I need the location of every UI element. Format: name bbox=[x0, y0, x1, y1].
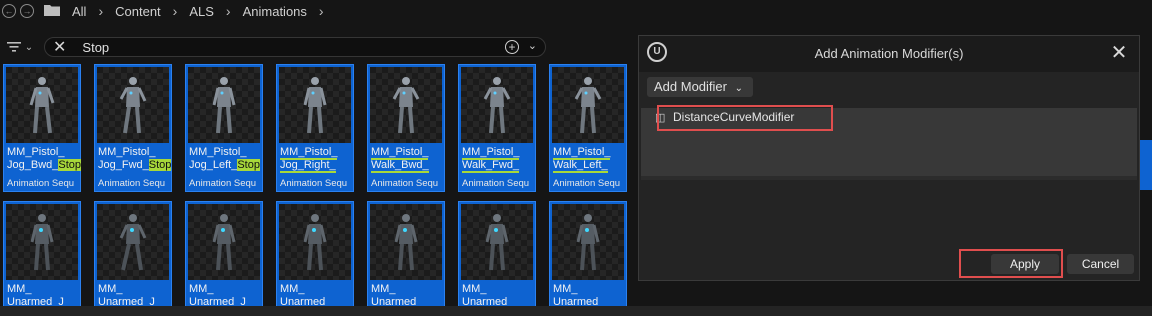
asset-thumbnail bbox=[461, 67, 533, 143]
chevron-right-icon[interactable]: › bbox=[98, 3, 103, 19]
asset-thumbnail bbox=[97, 67, 169, 143]
asset-thumbnail bbox=[370, 204, 442, 280]
asset-grid: MM_Pistol_ Jog_Bwd_Stop Animation Sequ M… bbox=[0, 63, 640, 308]
cancel-button[interactable]: Cancel bbox=[1067, 254, 1134, 274]
character-figure-icon bbox=[212, 214, 236, 271]
chevron-down-icon[interactable]: ⌄ bbox=[528, 39, 537, 52]
asset-type: Animation Sequ bbox=[98, 178, 166, 189]
asset-tile[interactable]: MM_Pistol_ Jog_Right_ Animation Sequ bbox=[276, 64, 354, 192]
asset-type: Animation Sequ bbox=[280, 178, 348, 189]
asset-tile[interactable]: MM_Pistol_ Walk_Left_ Animation Sequ bbox=[549, 64, 627, 192]
asset-name: MM_Pistol_ Jog_Right_ bbox=[280, 146, 338, 173]
character-figure-icon bbox=[392, 77, 420, 134]
asset-name: MM_Pistol_ Jog_Left_Stop bbox=[189, 146, 260, 171]
forward-icon[interactable]: → bbox=[20, 4, 34, 18]
character-figure-icon bbox=[576, 214, 600, 271]
asset-name: MM_Pistol_ Walk_Bwd_ bbox=[371, 146, 429, 173]
character-figure-icon bbox=[574, 77, 602, 134]
highlight-outline bbox=[959, 249, 1063, 278]
filter-dropdown[interactable]: ⌄ bbox=[0, 35, 40, 59]
asset-name: MM_Pistol_ Walk_Left_ bbox=[553, 146, 611, 173]
asset-name: MM_ Unarmed_J bbox=[7, 283, 64, 308]
asset-thumbnail bbox=[188, 67, 260, 143]
breadcrumb-content[interactable]: Content bbox=[115, 4, 161, 19]
asset-tile[interactable]: MM_Pistol_ Jog_Left_Stop Animation Sequ bbox=[185, 64, 263, 192]
add-animation-modifier-dialog: U Add Animation Modifier(s) ✕ Add Modifi… bbox=[638, 35, 1140, 281]
asset-thumbnail bbox=[370, 67, 442, 143]
asset-name: MM_ Unarmed_J bbox=[98, 283, 155, 308]
character-figure-icon bbox=[485, 214, 509, 271]
folder-icon[interactable] bbox=[44, 4, 60, 19]
asset-tile[interactable]: MM_Pistol_ Walk_Fwd_ Animation Sequ bbox=[458, 64, 536, 192]
filter-icon bbox=[6, 42, 21, 52]
search-box[interactable]: ✕ + ⌄ bbox=[44, 37, 546, 57]
character-figure-icon bbox=[483, 77, 511, 134]
asset-tile[interactable]: MM_ Unarmed_ bbox=[367, 201, 445, 308]
character-figure-icon bbox=[303, 77, 327, 134]
asset-name: MM_ Unarmed_ bbox=[280, 283, 332, 308]
character-figure-icon bbox=[119, 214, 147, 271]
character-figure-icon bbox=[303, 214, 327, 271]
character-figure-icon bbox=[212, 77, 236, 134]
asset-thumbnail bbox=[279, 67, 351, 143]
add-filter-icon[interactable]: + bbox=[505, 40, 519, 54]
asset-tile-partial[interactable] bbox=[1140, 140, 1152, 190]
clear-search-icon[interactable]: ✕ bbox=[53, 37, 66, 57]
asset-thumbnail bbox=[552, 204, 624, 280]
character-figure-icon bbox=[30, 214, 54, 271]
asset-type: Animation Sequ bbox=[7, 178, 75, 189]
asset-tile[interactable]: MM_ Unarmed_J bbox=[3, 201, 81, 308]
close-icon[interactable]: ✕ bbox=[1107, 42, 1131, 66]
asset-name: MM_Pistol_ Walk_Fwd_ bbox=[462, 146, 520, 173]
asset-name: MM_Pistol_ Jog_Fwd_Stop bbox=[98, 146, 172, 171]
highlight-outline bbox=[657, 105, 833, 131]
chevron-down-icon: ⌄ bbox=[24, 41, 34, 53]
asset-thumbnail bbox=[279, 204, 351, 280]
asset-tile[interactable]: MM_Pistol_ Walk_Bwd_ Animation Sequ bbox=[367, 64, 445, 192]
asset-tile[interactable]: MM_ Unarmed_ bbox=[276, 201, 354, 308]
asset-name: MM_ Unarmed_ bbox=[553, 283, 605, 308]
status-bar bbox=[0, 306, 1152, 316]
asset-type: Animation Sequ bbox=[462, 178, 530, 189]
divider bbox=[641, 176, 1137, 180]
asset-tile[interactable]: MM_ Unarmed_ bbox=[549, 201, 627, 308]
dialog-title-bar[interactable]: U Add Animation Modifier(s) ✕ bbox=[639, 36, 1139, 72]
breadcrumb-all[interactable]: All bbox=[72, 4, 86, 19]
dialog-title: Add Animation Modifier(s) bbox=[814, 46, 964, 61]
asset-thumbnail bbox=[97, 204, 169, 280]
asset-type: Animation Sequ bbox=[553, 178, 621, 189]
asset-thumbnail bbox=[6, 204, 78, 280]
search-input[interactable] bbox=[80, 38, 485, 56]
add-modifier-label: Add Modifier bbox=[654, 79, 727, 94]
back-icon[interactable]: ← bbox=[2, 4, 16, 18]
chevron-right-icon[interactable]: › bbox=[173, 3, 178, 19]
asset-tile[interactable]: MM_ Unarmed_J bbox=[185, 201, 263, 308]
asset-thumbnail bbox=[461, 204, 533, 280]
character-figure-icon bbox=[119, 77, 147, 134]
asset-type: Animation Sequ bbox=[189, 178, 257, 189]
asset-thumbnail bbox=[552, 67, 624, 143]
asset-thumbnail bbox=[6, 67, 78, 143]
chevron-right-icon[interactable]: › bbox=[319, 3, 324, 19]
asset-name: MM_ Unarmed_J bbox=[189, 283, 246, 308]
add-modifier-button[interactable]: Add Modifier ⌄ bbox=[647, 77, 753, 97]
breadcrumb-bar: ← → All › Content › ALS › Animations › bbox=[0, 0, 1152, 22]
asset-tile[interactable]: MM_Pistol_ Jog_Fwd_Stop Animation Sequ bbox=[94, 64, 172, 192]
asset-name: MM_ Unarmed_ bbox=[462, 283, 514, 308]
asset-tile[interactable]: MM_Pistol_ Jog_Bwd_Stop Animation Sequ bbox=[3, 64, 82, 192]
chevron-right-icon[interactable]: › bbox=[226, 3, 231, 19]
breadcrumb-animations[interactable]: Animations bbox=[243, 4, 307, 19]
asset-tile[interactable]: MM_ Unarmed_J bbox=[94, 201, 172, 308]
asset-type: Animation Sequ bbox=[371, 178, 439, 189]
asset-name: MM_Pistol_ Jog_Bwd_Stop bbox=[7, 146, 82, 171]
asset-thumbnail bbox=[188, 204, 260, 280]
character-figure-icon bbox=[29, 77, 55, 134]
asset-tile[interactable]: MM_ Unarmed_ bbox=[458, 201, 536, 308]
breadcrumb-als[interactable]: ALS bbox=[189, 4, 214, 19]
chevron-down-icon: ⌄ bbox=[734, 83, 743, 94]
character-figure-icon bbox=[394, 214, 418, 271]
asset-name: MM_ Unarmed_ bbox=[371, 283, 423, 308]
